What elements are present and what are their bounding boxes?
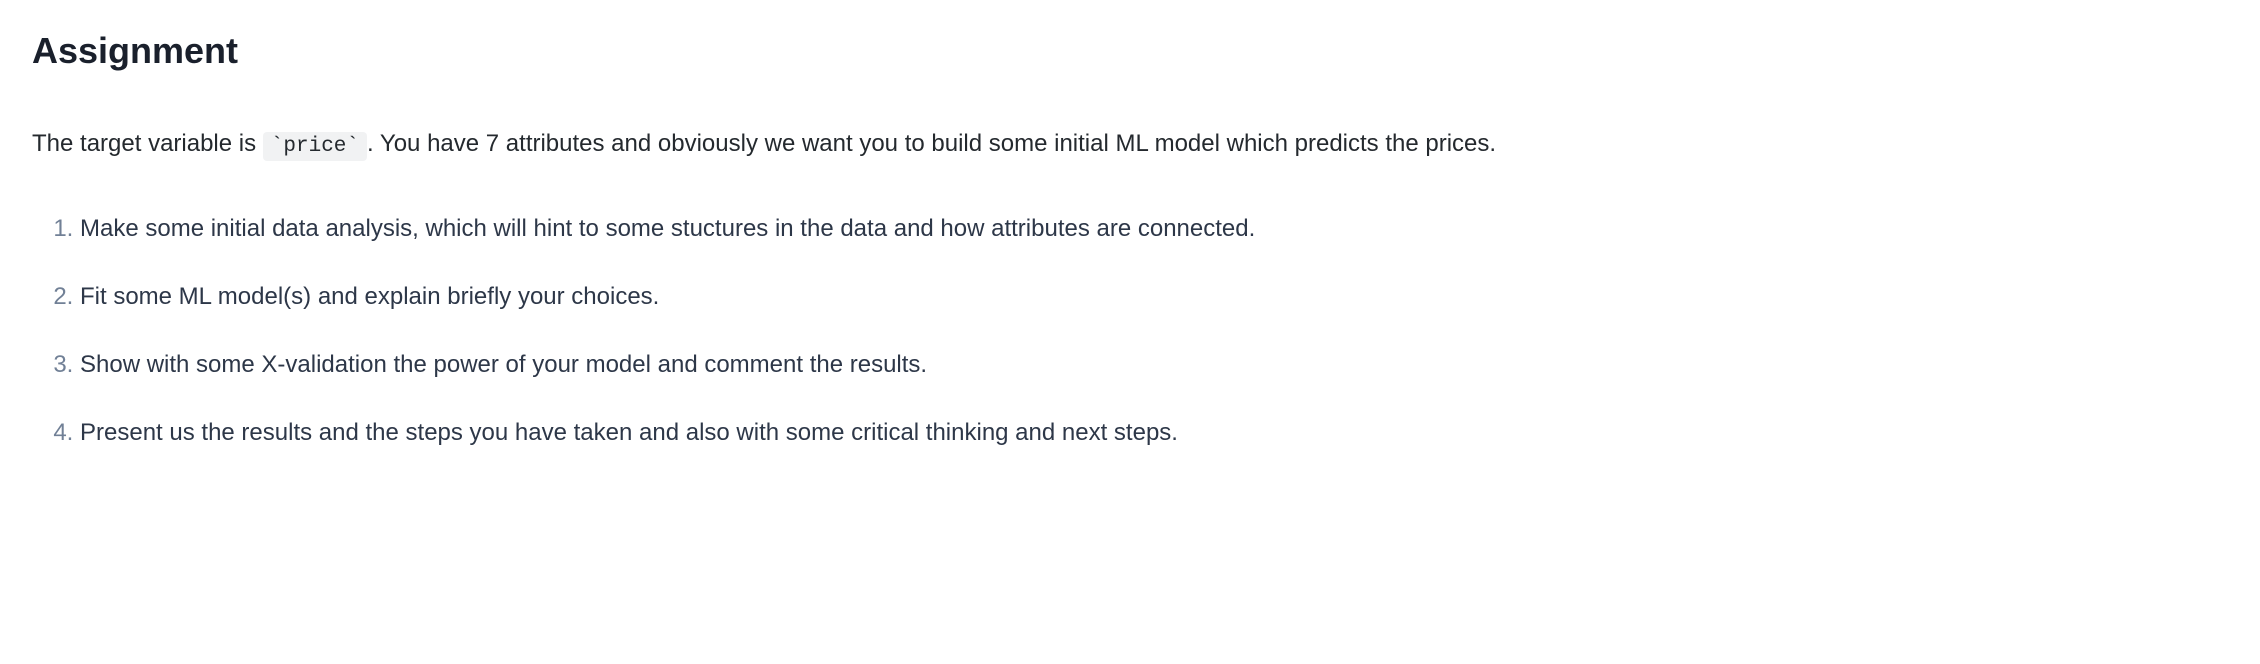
section-heading: Assignment: [32, 24, 2228, 78]
intro-text-before: The target variable is: [32, 130, 263, 157]
assignment-ordered-list: Make some initial data analysis, which w…: [32, 211, 2228, 451]
list-item: Present us the results and the steps you…: [80, 415, 2228, 451]
inline-code-price: `price`: [263, 132, 367, 161]
intro-paragraph: The target variable is `price`. You have…: [32, 126, 2228, 163]
list-item: Show with some X-validation the power of…: [80, 347, 2228, 383]
list-item: Fit some ML model(s) and explain briefly…: [80, 279, 2228, 315]
list-item: Make some initial data analysis, which w…: [80, 211, 2228, 247]
intro-text-after: . You have 7 attributes and obviously we…: [367, 130, 1496, 157]
